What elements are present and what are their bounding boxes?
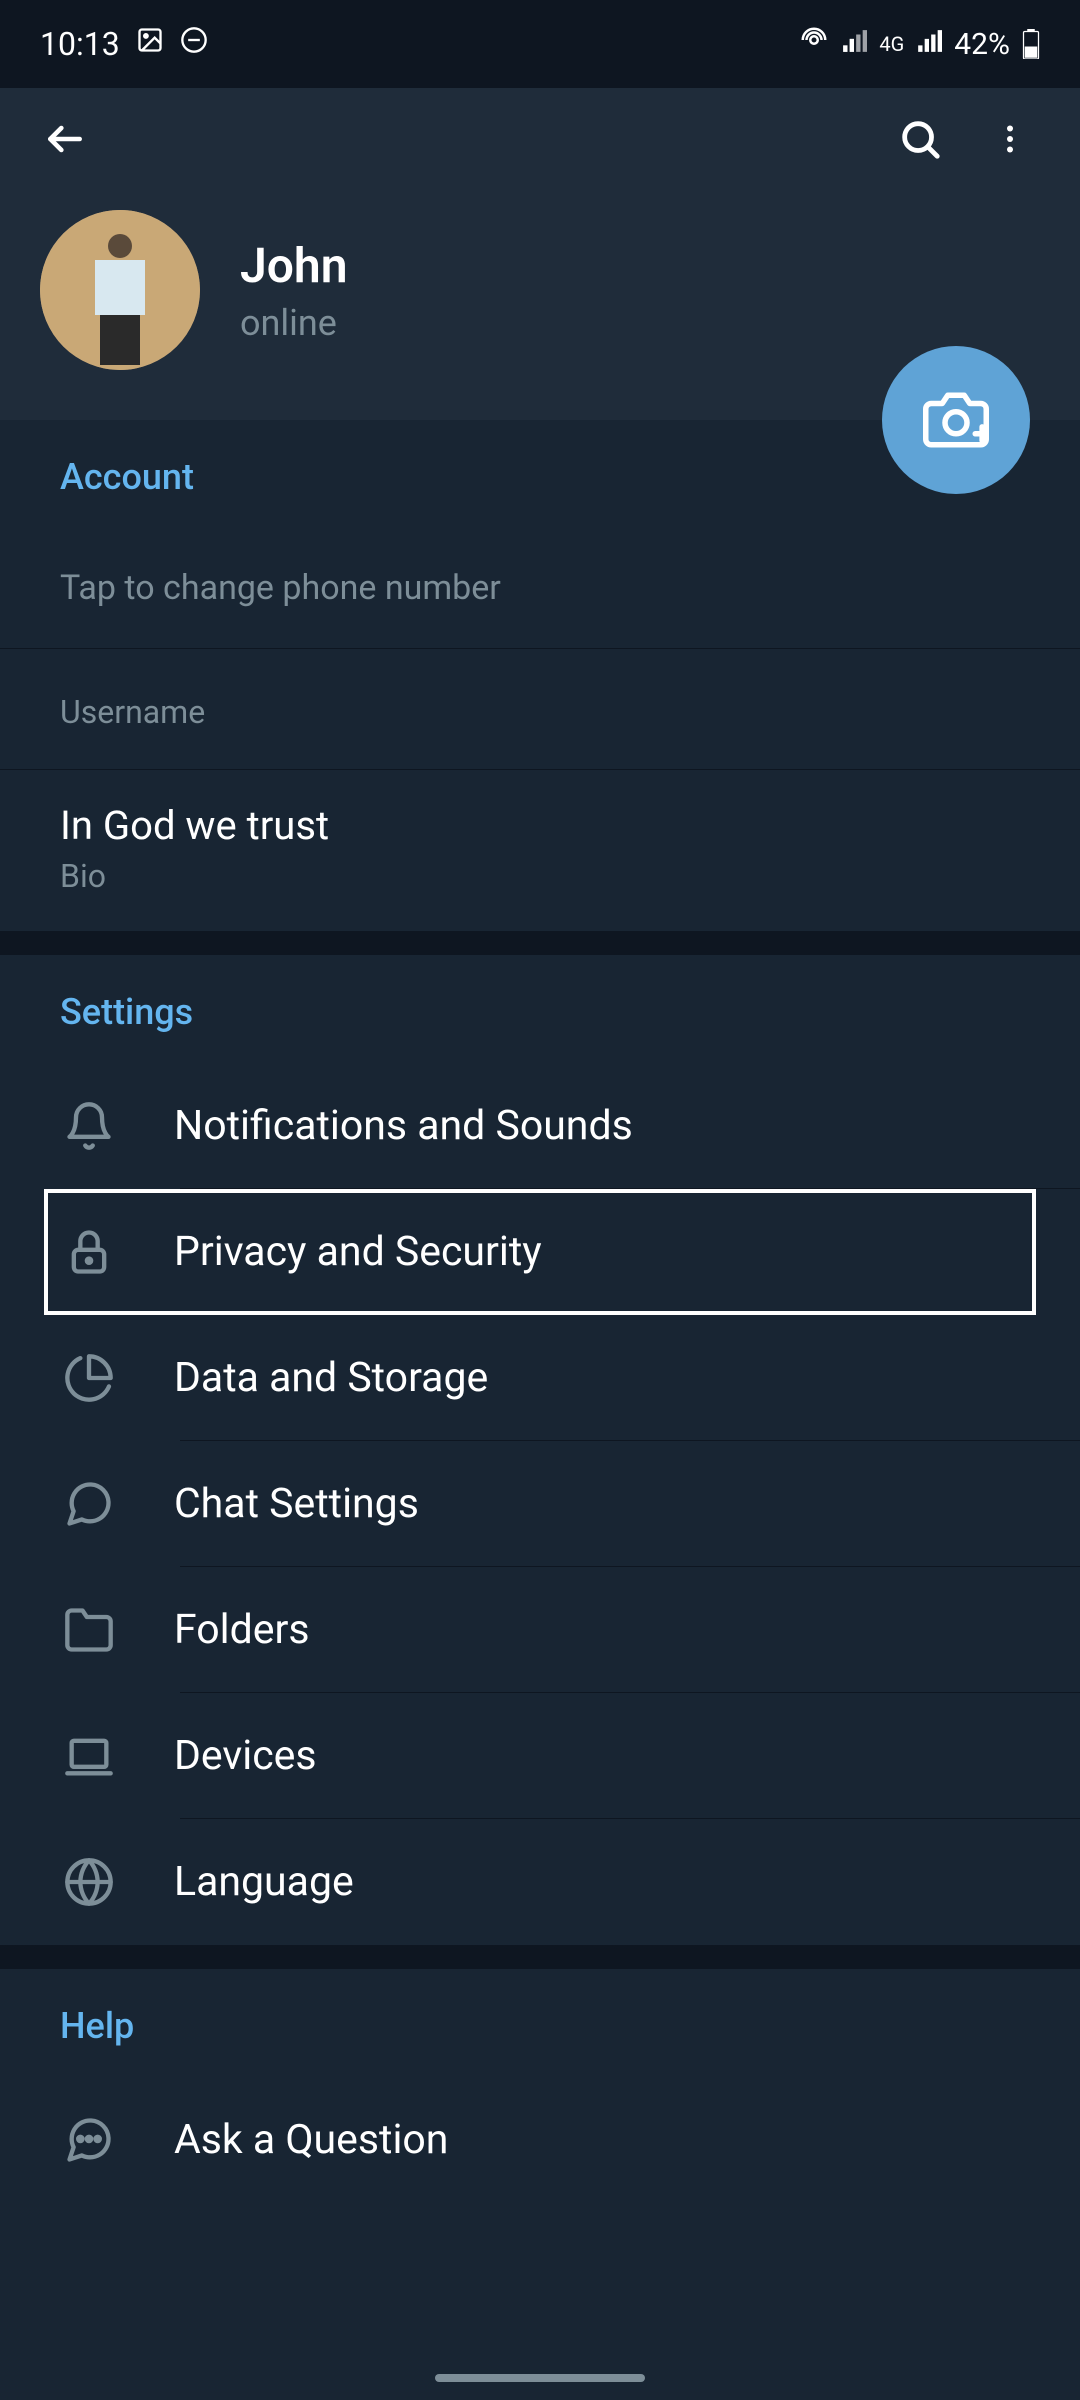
settings-item-label: Notifications and Sounds [174,1102,633,1150]
help-item-label: Ask a Question [174,2116,448,2164]
bell-icon [60,1097,118,1155]
divider [0,931,1080,955]
help-item-ask-question[interactable]: Ask a Question [0,2077,1080,2203]
change-photo-button[interactable] [882,346,1030,494]
account-section: Account Tap to change phone number Usern… [0,420,1080,931]
network-type: 4G [879,32,904,56]
image-icon [136,26,164,62]
settings-item-label: Privacy and Security [174,1228,542,1276]
settings-item-privacy[interactable]: Privacy and Security [44,1189,1036,1315]
search-button[interactable] [890,109,950,169]
folder-icon [60,1601,118,1659]
back-button[interactable] [40,114,90,164]
battery-icon [1022,29,1040,59]
question-icon [60,2111,118,2169]
bio-value: In God we trust [60,802,1020,849]
divider [0,1945,1080,1969]
settings-item-label: Chat Settings [174,1480,419,1528]
status-time: 10:13 [40,25,120,63]
settings-item-notifications[interactable]: Notifications and Sounds [0,1063,1080,1189]
status-bar: 10:13 4G 42% [0,0,1080,88]
hotspot-icon [799,25,829,63]
settings-section: Settings Notifications and Sounds Privac… [0,955,1080,1945]
profile-name: John [240,237,348,294]
nav-indicator [435,2374,645,2382]
globe-icon [60,1853,118,1911]
phone-hint: Tap to change phone number [60,568,1020,608]
username-label: Username [60,693,1020,731]
chat-icon [60,1475,118,1533]
avatar[interactable] [40,210,200,370]
dnd-icon [180,26,208,62]
help-section: Help Ask a Question [0,1969,1080,2203]
bio-label: Bio [60,857,1020,895]
settings-item-folders[interactable]: Folders [0,1567,1080,1693]
settings-item-label: Data and Storage [174,1354,488,1402]
username-item[interactable]: Username [0,649,1080,770]
battery-percent: 42% [954,27,1010,62]
settings-item-language[interactable]: Language [0,1819,1080,1945]
settings-item-devices[interactable]: Devices [0,1693,1080,1819]
help-title: Help [0,2005,1080,2067]
phone-number-item[interactable]: Tap to change phone number [0,518,1080,649]
profile-section: John online [0,190,1080,420]
laptop-icon [60,1727,118,1785]
profile-status: online [240,302,348,344]
signal-icon-2 [916,27,942,62]
app-bar [0,88,1080,190]
settings-item-data-storage[interactable]: Data and Storage [0,1315,1080,1441]
settings-item-chat[interactable]: Chat Settings [0,1441,1080,1567]
settings-item-label: Devices [174,1732,317,1780]
settings-title: Settings [0,991,1080,1053]
bio-item[interactable]: In God we trust Bio [0,770,1080,931]
lock-icon [60,1223,118,1281]
signal-icon-1 [841,27,867,62]
more-menu-button[interactable] [980,109,1040,169]
pie-chart-icon [60,1349,118,1407]
settings-item-label: Folders [174,1606,310,1654]
settings-item-label: Language [174,1858,354,1906]
